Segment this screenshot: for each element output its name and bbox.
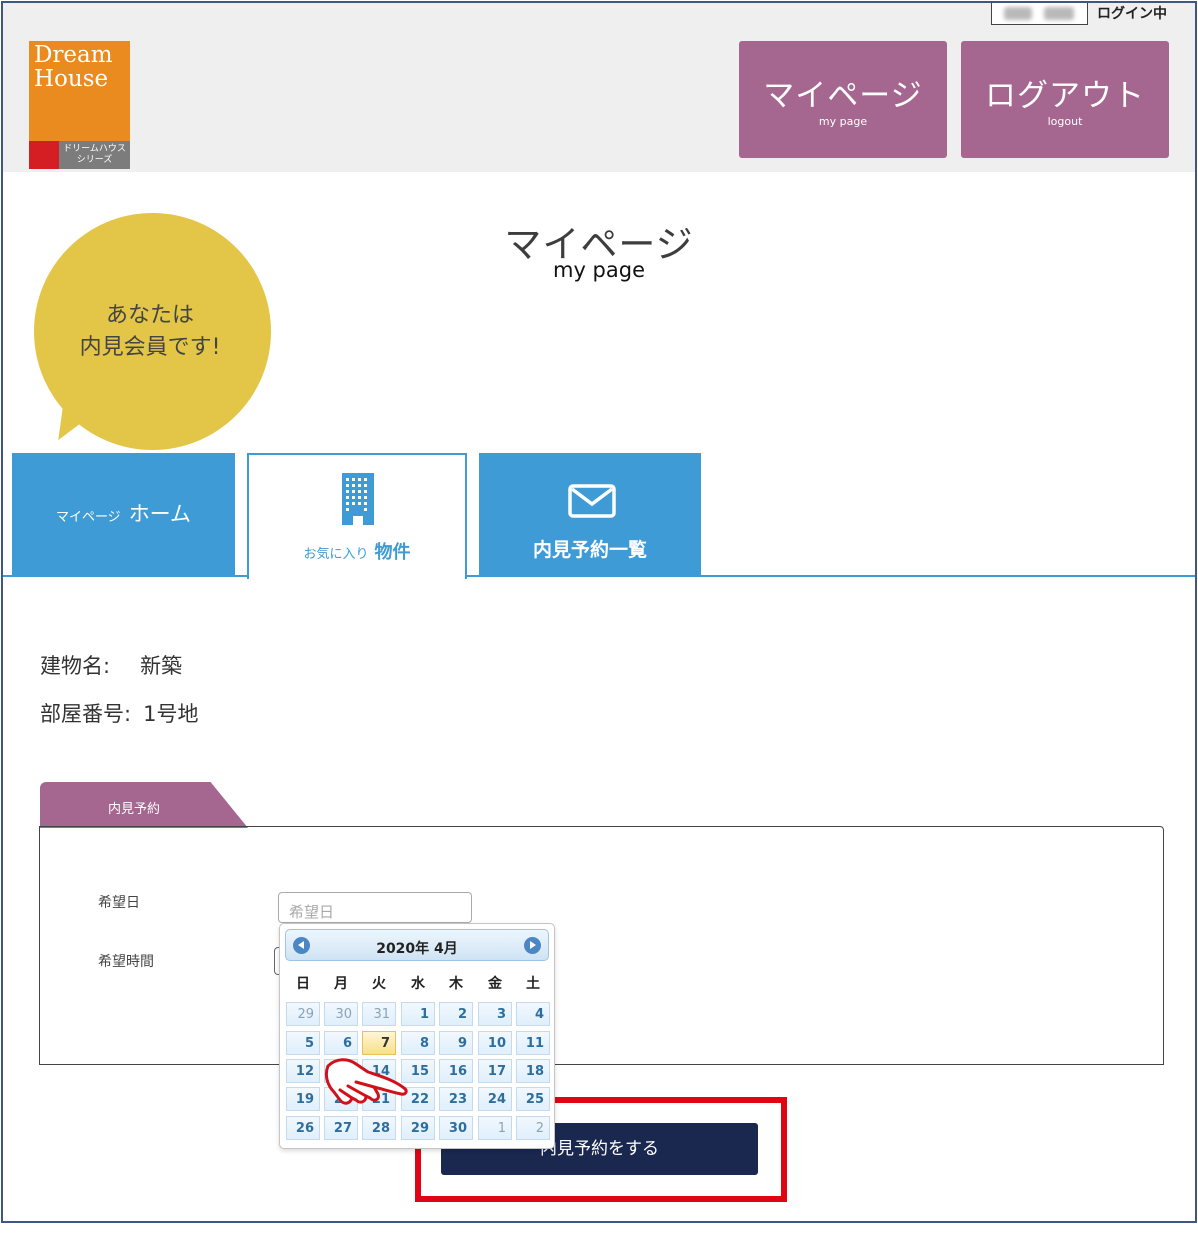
login-status: ログイン中 [1097,6,1167,22]
building-name-label: 建物名: [40,654,111,678]
calendar-day[interactable]: 24 [478,1087,512,1111]
reservation-form-box [39,826,1164,1065]
logo-series: ドリームハウス シリーズ [59,141,130,169]
weekday-header: 日 [296,976,310,992]
logout-button[interactable]: ログアウト logout [961,41,1169,158]
calendar-day[interactable]: 12 [286,1059,320,1083]
calendar-month-title: 2020年 4月 [376,941,458,957]
calendar-day[interactable]: 23 [439,1087,473,1111]
next-month-icon[interactable] [524,937,541,954]
weekday-header: 月 [334,976,348,992]
room-number-label: 部屋番号: [40,702,132,726]
calendar-day[interactable]: 2 [516,1116,550,1140]
datepicker-calendar[interactable]: 2020年 4月 日月火水木金土293031123456789101112131… [279,923,555,1149]
calendar-day[interactable]: 29 [286,1002,320,1026]
member-status-text: あなたは 内見会員です! [79,303,221,360]
weekday-header: 土 [526,976,540,992]
calendar-day[interactable]: 26 [286,1116,320,1140]
calendar-day[interactable]: 4 [516,1002,550,1026]
calendar-day[interactable]: 11 [516,1031,550,1055]
dream-house-logo[interactable]: Dream House ドリームハウス シリーズ [29,41,130,169]
mypage-button[interactable]: マイページ my page [739,41,947,158]
page-subtitle: my page [552,258,645,282]
calendar-day[interactable]: 19 [286,1087,320,1111]
calendar-header: 2020年 4月 [285,929,549,961]
desired-date-label: 希望日 [98,895,140,911]
desired-time-label: 希望時間 [98,954,154,970]
calendar-day[interactable]: 10 [478,1031,512,1055]
mail-icon [568,484,616,518]
calendar-day[interactable]: 25 [516,1087,550,1111]
room-number-value: 1号地 [143,702,199,726]
desired-date-input[interactable]: 希望日 [278,892,472,923]
room-number-row: 部屋番号: 1号地 [40,698,198,728]
calendar-day[interactable]: 5 [286,1031,320,1055]
calendar-day[interactable]: 27 [324,1116,358,1140]
calendar-day[interactable]: 2 [439,1002,473,1026]
calendar-day[interactable]: 1 [478,1116,512,1140]
calendar-day[interactable]: 31 [362,1002,396,1026]
weekday-header: 金 [488,976,502,992]
calendar-day[interactable]: 30 [439,1116,473,1140]
building-name-value: 新築 [140,654,183,678]
calendar-day[interactable]: 16 [439,1059,473,1083]
weekday-header: 火 [372,976,386,992]
tab-reservation-list[interactable]: 内見予約一覧 [479,453,701,577]
calendar-day[interactable]: 29 [401,1116,435,1140]
calendar-day[interactable]: 28 [362,1116,396,1140]
building-name-row: 建物名: 新築 [40,650,182,680]
calendar-day[interactable]: 3 [478,1002,512,1026]
tab-mypage-home[interactable]: マイページ ホーム [12,453,235,577]
pointing-hand-icon [324,1058,408,1105]
weekday-header: 水 [411,976,425,992]
calendar-day[interactable]: 9 [439,1031,473,1055]
building-icon [342,473,374,525]
calendar-day[interactable]: 1 [401,1002,435,1026]
calendar-day[interactable]: 30 [324,1002,358,1026]
calendar-day[interactable]: 17 [478,1059,512,1083]
calendar-day[interactable]: 18 [516,1059,550,1083]
user-name-box [991,3,1088,25]
weekday-header: 木 [449,976,463,992]
tab-favorite-properties[interactable]: お気に入り 物件 [247,453,467,579]
logo-text: Dream House [34,42,113,92]
